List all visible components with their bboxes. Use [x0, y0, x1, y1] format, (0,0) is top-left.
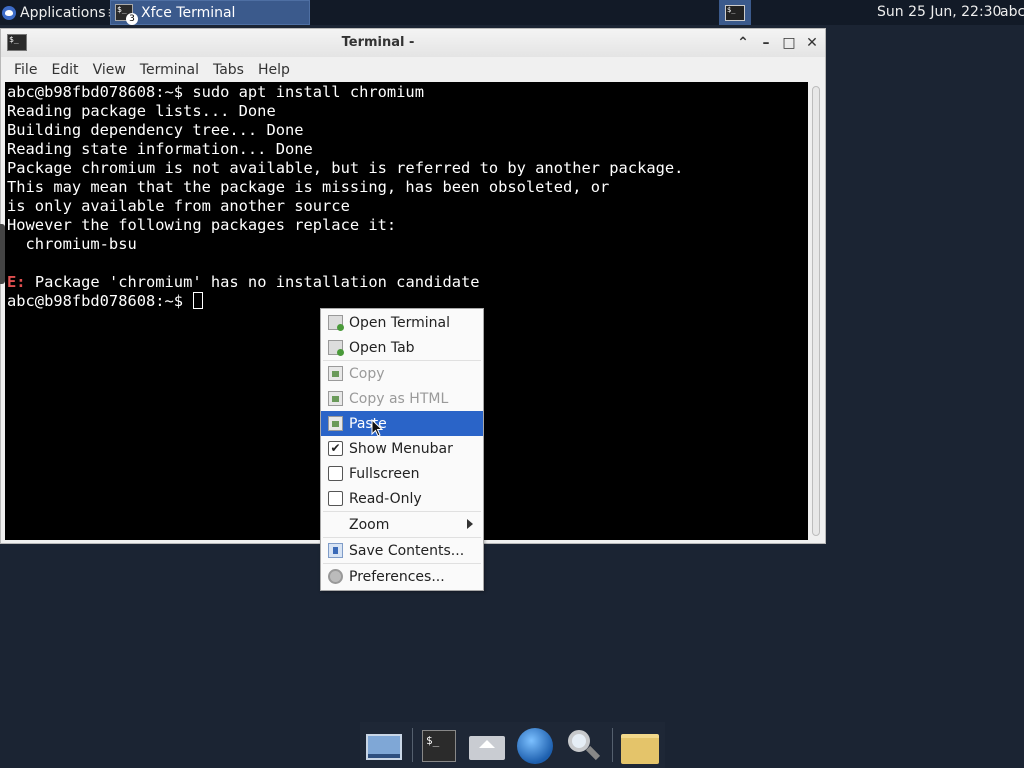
menu-item-label: Open Terminal: [349, 314, 451, 331]
menu-item-fullscreen[interactable]: Fullscreen: [321, 461, 483, 486]
minimize-button[interactable]: –: [757, 34, 775, 52]
terminal-line: is only available from another source: [7, 197, 350, 215]
menu-item-label: Read-Only: [349, 490, 422, 507]
menu-item-open-tab[interactable]: Open Tab: [321, 335, 483, 360]
copy-html-icon: [328, 391, 343, 406]
menu-item-zoom[interactable]: Zoom: [321, 512, 483, 537]
top-panel: Applications ⁝ $_ 3 Xfce Terminal $_ Sun…: [0, 0, 1024, 25]
dock-separator: [412, 728, 413, 762]
checkbox-unchecked-icon[interactable]: [328, 466, 343, 481]
menu-item-label: Fullscreen: [349, 465, 420, 482]
menu-item-label: Show Menubar: [349, 440, 453, 457]
home-folder-launcher[interactable]: [467, 726, 507, 764]
terminal-line: Reading state information... Done: [7, 140, 313, 158]
checkbox-unchecked-icon[interactable]: [328, 491, 343, 506]
menu-item-label: Copy: [349, 365, 385, 382]
copy-icon: [328, 366, 343, 381]
workspace-switcher[interactable]: $_: [719, 0, 751, 25]
magnifier-handle-icon: [585, 745, 601, 761]
edge-panel-handle[interactable]: [0, 224, 5, 284]
terminal-line: However the following packages replace i…: [7, 216, 397, 234]
terminal-scrollbar[interactable]: [808, 82, 825, 540]
terminal-error-line: E: Package 'chromium' has no installatio…: [7, 273, 808, 292]
xfce-logo-icon: [2, 5, 16, 20]
error-message: Package 'chromium' has no installation c…: [25, 273, 480, 291]
menu-item-read-only[interactable]: Read-Only: [321, 486, 483, 511]
home-roof-icon: [479, 740, 495, 748]
maximize-button[interactable]: □: [780, 34, 798, 52]
menu-item-copy: Copy: [321, 361, 483, 386]
window-count-badge: 3: [126, 13, 138, 25]
mouse-pointer-icon: [371, 419, 383, 437]
checkbox-checked-icon[interactable]: ✔: [328, 441, 343, 456]
menu-terminal[interactable]: Terminal: [133, 62, 206, 78]
terminal-launcher[interactable]: $_: [420, 726, 460, 764]
menu-item-label: Copy as HTML: [349, 390, 449, 407]
dock: $_: [360, 722, 665, 768]
terminal-icon: $_: [422, 730, 456, 762]
taskbar-terminal-button[interactable]: $_ 3 Xfce Terminal: [110, 0, 310, 25]
gear-icon: [328, 569, 343, 584]
app-finder-launcher[interactable]: [564, 726, 604, 764]
shade-button[interactable]: ⌃: [734, 34, 752, 52]
file-manager-launcher[interactable]: [619, 726, 659, 764]
menu-view[interactable]: View: [86, 62, 133, 78]
text-cursor: [193, 292, 204, 309]
terminal-line: Package chromium is not available, but i…: [7, 159, 684, 177]
menu-item-open-terminal[interactable]: Open Terminal: [321, 310, 483, 335]
terminal-line: This may mean that the package is missin…: [7, 178, 610, 196]
submenu-arrow-icon: [467, 519, 473, 529]
menu-edit[interactable]: Edit: [44, 62, 85, 78]
menu-help[interactable]: Help: [251, 62, 297, 78]
applications-label: Applications: [20, 4, 106, 21]
taskbar-item-label: Xfce Terminal: [141, 4, 236, 21]
menu-file[interactable]: File: [7, 62, 44, 78]
menu-item-label: Preferences...: [349, 568, 445, 585]
window-titlebar[interactable]: $_ Terminal - ⌃ – □ ✕: [1, 29, 825, 57]
terminal-context-menu: Open Terminal Open Tab Copy Copy as HTML…: [320, 308, 484, 591]
applications-menu-button[interactable]: Applications ⁝: [0, 0, 115, 25]
desktop-taskbar-icon: [368, 754, 400, 758]
dock-separator: [612, 728, 613, 762]
terminal-line: Reading package lists... Done: [7, 102, 276, 120]
menu-item-paste[interactable]: Paste: [321, 411, 483, 436]
scrollbar-thumb[interactable]: [812, 86, 820, 536]
terminal-icon: $_ 3: [115, 4, 138, 25]
window-title: Terminal -: [341, 35, 415, 50]
menubar: File Edit View Terminal Tabs Help: [1, 57, 825, 82]
globe-icon: [517, 728, 553, 764]
shell-prompt: abc@b98fbd078608:~$: [7, 292, 193, 310]
menu-item-show-menubar[interactable]: ✔ Show Menubar: [321, 436, 483, 461]
menu-item-save-contents[interactable]: Save Contents...: [321, 538, 483, 563]
paste-icon: [328, 416, 343, 431]
error-prefix: E:: [7, 273, 26, 291]
terminal-line: abc@b98fbd078608:~$ sudo apt install chr…: [7, 83, 424, 101]
user-menu[interactable]: abc: [1000, 4, 1024, 20]
show-desktop-button[interactable]: [364, 726, 404, 764]
terminal-tab-icon: [328, 340, 344, 356]
close-button[interactable]: ✕: [803, 34, 821, 52]
terminal-icon: $_: [725, 4, 745, 21]
menu-tabs[interactable]: Tabs: [206, 62, 251, 78]
menu-item-preferences[interactable]: Preferences...: [321, 564, 483, 589]
menu-item-label: Save Contents...: [349, 542, 465, 559]
menu-item-label: Zoom: [349, 516, 390, 533]
menu-item-label: Open Tab: [349, 339, 415, 356]
terminal-line: chromium-bsu: [7, 235, 137, 253]
folder-icon: [621, 734, 659, 764]
terminal-icon: [328, 315, 344, 331]
web-browser-launcher[interactable]: [515, 726, 555, 764]
terminal-line: Building dependency tree... Done: [7, 121, 304, 139]
menu-item-copy-as-html: Copy as HTML: [321, 386, 483, 411]
save-icon: [328, 543, 343, 558]
clock[interactable]: Sun 25 Jun, 22:30: [877, 4, 1001, 20]
